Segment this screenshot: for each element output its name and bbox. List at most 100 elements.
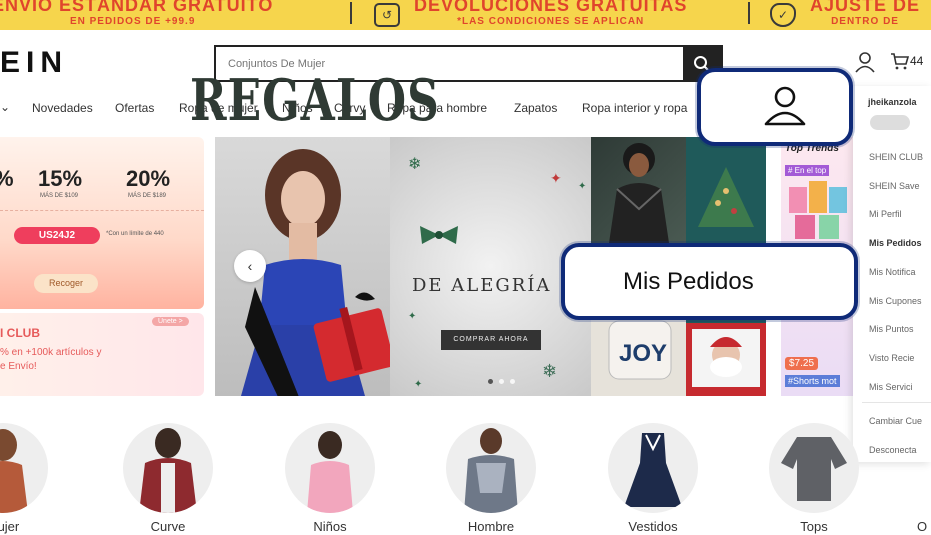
return-box-icon: ↺ [374,2,400,27]
divider [0,210,204,211]
orders-callout[interactable]: Mis Pedidos [561,243,858,320]
category-label: Tops [800,519,828,534]
product-image [609,143,669,243]
product-tile-men[interactable] [591,137,686,243]
shop-now-button[interactable]: COMPRAR AHORA [441,330,541,350]
svg-text:JOY: JOY [619,340,667,367]
hero-title: REGALOS [190,68,440,135]
menu-item-services[interactable]: Mis Servici [869,382,913,392]
category-label: Vestidos [628,519,678,534]
promo-price-adjust[interactable]: ✓ AJUSTE DE DENTRO DE [770,0,920,27]
club-title: I CLUB [0,326,40,340]
account-button[interactable] [854,51,878,75]
category-tops[interactable]: Tops [769,423,859,535]
svg-text:✦: ✦ [550,170,562,186]
member-badge [870,115,910,130]
carousel-dots [488,379,515,384]
category-kids[interactable]: Niños [285,423,375,535]
discount-value: 20% [126,166,171,191]
menu-item-coupons[interactable]: Mis Cupones [869,296,922,306]
cart-icon [891,53,910,70]
menu-item-notifications[interactable]: Mis Notifica [869,267,916,277]
category-label: Hombre [467,519,515,534]
category-image [285,423,375,513]
menu-item-points[interactable]: Mis Puntos [869,324,914,334]
chevron-left-icon: ‹ [247,258,253,274]
menu-item-shein-saver[interactable]: SHEIN Save [869,181,920,191]
category-label: Mujer [0,519,20,534]
nav-item-zapatos[interactable]: Zapatos [514,101,557,115]
coupon-note: *Con un límite de 440 [106,231,164,237]
shein-logo[interactable]: EIN [0,46,68,80]
promo-subtitle: DENTRO DE [831,16,899,27]
promo-divider [350,2,352,24]
category-dresses[interactable]: Vestidos [608,423,698,535]
promo-subtitle: EN PEDIDOS DE +99.9 [69,16,196,27]
club-text: % en +100k artículos y [0,347,102,358]
christmas-tree-image [698,167,754,227]
cart-count: 44 [910,54,924,68]
menu-item-orders[interactable]: Mis Pedidos [869,238,922,248]
discount-note: MÁS DE $109 [40,193,79,199]
carousel-dot[interactable] [510,379,515,384]
menu-item-switch-account[interactable]: Cambiar Cue [869,416,922,426]
menu-item-shein-club[interactable]: SHEIN CLUB [869,152,923,162]
chevron-down-icon[interactable]: ⌄ [0,100,10,114]
discount-value: 15% [38,166,83,191]
menu-item-profile[interactable]: Mi Perfil [869,209,902,219]
category-image [769,423,859,513]
discount-value: % [0,166,14,192]
svg-text:✦: ✦ [414,379,422,390]
menu-divider [862,402,931,403]
promo-banner: ENVÍO ESTÁNDAR GRATUITO EN PEDIDOS DE +9… [0,0,931,30]
hero-subtitle: DE ALEGRÍA [412,275,552,296]
cart-button[interactable]: 44 [890,51,923,71]
category-men[interactable]: Hombre [446,423,536,535]
bow-icon [420,226,458,244]
carousel-dot[interactable] [488,379,493,384]
menu-item-logout[interactable]: Desconecta [869,445,917,455]
promo-subtitle: *LAS CONDICIONES SE APLICAN [457,16,645,27]
price-tag: $7.25 [785,357,819,370]
promo-title: DEVOLUCIONES GRATUITAS [414,0,688,15]
category-label: Curve [150,519,186,534]
user-icon [764,86,806,126]
shield-check-icon: ✓ [770,2,796,27]
carousel-dot[interactable] [499,379,504,384]
category-image [446,423,536,513]
svg-text:✦: ✦ [578,181,586,192]
hero-banner[interactable]: ❄ ✦ ✦ ✦ ❄ ✦ [215,137,591,396]
club-join-tag[interactable]: Únete > [152,317,189,326]
bags-image [789,181,847,239]
account-icon-callout[interactable] [697,68,853,146]
coupon-card [0,137,204,309]
category-image [123,423,213,513]
nav-item-novedades[interactable]: Novedades [32,101,93,115]
promo-title: AJUSTE DE [810,0,921,15]
svg-text:❄: ❄ [408,156,421,173]
promo-free-shipping[interactable]: ENVÍO ESTÁNDAR GRATUITO EN PEDIDOS DE +9… [0,0,273,27]
menu-item-recently-viewed[interactable]: Visto Recie [869,353,914,363]
category-curve[interactable]: Curve [123,423,213,535]
shorts-tag: #Shorts mot [785,375,840,387]
dropdown-username: jheikanzola [868,97,917,107]
promo-divider [748,2,750,24]
promo-title: ENVÍO ESTÁNDAR GRATUITO [0,0,274,15]
promo-free-returns[interactable]: ↺ DEVOLUCIONES GRATUITAS *LAS CONDICIONE… [374,0,687,27]
discount-note: MÁS DE $189 [128,193,167,199]
user-icon [855,52,875,73]
nav-item-ropa-interior[interactable]: Ropa interior y ropa [582,101,687,115]
category-label-partial: O [917,519,928,534]
product-tile-tree[interactable] [686,137,766,243]
club-text: e Envío! [0,361,37,372]
coupon-code[interactable]: US24J2 [14,227,100,244]
svg-text:❄: ❄ [542,361,557,381]
category-image [608,423,698,513]
orders-callout-label: Mis Pedidos [623,268,754,295]
category-women[interactable]: Mujer [0,423,48,535]
carousel-prev-button[interactable]: ‹ [234,250,266,282]
collect-button[interactable]: Recoger [34,274,98,293]
trend-tag: # En el top [785,165,830,176]
nav-item-ofertas[interactable]: Ofertas [115,101,154,115]
category-label: Niños [313,519,347,534]
